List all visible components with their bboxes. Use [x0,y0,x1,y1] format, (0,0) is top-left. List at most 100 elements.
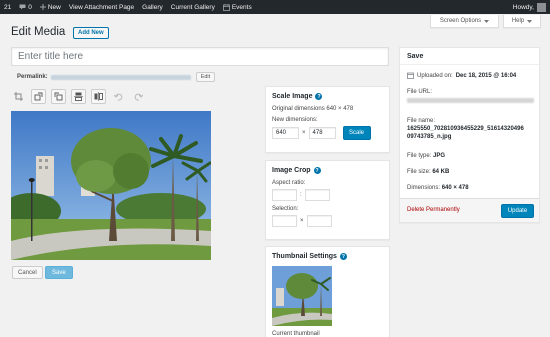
new-dimensions-label: New dimensions: [272,117,318,123]
selection-label: Selection: [272,206,299,212]
original-dimensions: Original dimensions 640 × 478 [272,106,354,112]
rotate-right-icon [54,92,63,101]
file-name-line-2: 09743785_n.jpg [407,134,451,140]
plus-icon [39,4,46,10]
events-label: Events [231,3,252,11]
site-number: 21 [4,3,12,11]
scale-heading-text: Scale Image [272,93,313,100]
file-name-value-2: 09743785_n.jpg [407,134,452,140]
avatar [537,2,546,12]
comments-link[interactable]: 0 [15,0,36,14]
image-toolbar [11,89,146,104]
file-name-label: File name: [407,118,436,124]
permalink-url[interactable] [50,74,191,80]
flip-vertical-icon [74,92,83,101]
rotate-left-button[interactable] [31,89,46,104]
file-size-value: 64 KB [432,169,450,175]
help-label: Help [511,18,525,24]
uploaded-value: Dec 18, 2015 @ 16:04 [455,72,517,79]
comment-icon [19,4,26,10]
thumbnail-heading: Thumbnail Settings ? [272,253,383,260]
delete-permanently-link[interactable]: Delete Permanently [407,207,460,213]
site-link[interactable]: 21 [0,0,15,14]
thumbnail-settings-panel: Thumbnail Settings ? Current thumbnail [265,246,390,337]
current-gallery-label: Current Gallery [170,3,215,11]
screen-options-tab[interactable]: Screen Options [430,15,499,28]
uploaded-label: Uploaded on: [417,72,453,79]
undo-button[interactable] [111,89,126,104]
dimensions-row: Dimensions: 640 × 478 [407,185,469,191]
aspect-ratio-width-input[interactable] [272,189,297,201]
redo-button[interactable] [131,89,146,104]
events-link[interactable]: Events [219,0,256,14]
caret-down-icon [484,19,490,23]
file-url-label: File URL: [407,89,433,95]
flip-horizontal-icon [94,92,103,101]
selection-width-input[interactable] [272,215,297,227]
crop-button[interactable] [11,89,26,104]
scale-button[interactable]: Scale [342,126,371,140]
file-name-value-1: 1625550_702810936455229_51614320496 [407,126,524,132]
save-box-footer: Delete Permanently Update [400,198,539,222]
title-input[interactable]: Enter title here [11,47,389,66]
file-name-line-1: 1625550_702810936455229_51614320496 [407,126,524,132]
image-preview[interactable] [11,111,211,260]
file-type-row: File type: JPG [407,153,445,159]
uploaded-row: Uploaded on: Dec 18, 2015 @ 16:04 [407,72,516,79]
current-gallery-link[interactable]: Current Gallery [167,0,219,14]
edit-permalink-button[interactable]: Edit [195,72,216,82]
scale-width-input[interactable]: 640 [272,127,299,139]
save-box: Save Uploaded on: Dec 18, 2015 @ 16:04 F… [399,47,540,223]
flip-vertical-button[interactable] [71,89,86,104]
permalink-label: Permalink: [17,74,48,80]
new-label: New [47,3,61,11]
colon-sign: : [300,192,302,198]
view-attachment-link[interactable]: View Attachment Page [65,0,138,14]
calendar-icon [222,3,230,11]
admin-bar: 21 0 New View Attachment Page Gallery Cu… [0,0,550,14]
help-tab[interactable]: Help [503,15,541,28]
rotate-left-icon [34,92,43,101]
help-icon[interactable]: ? [315,93,323,100]
save-button[interactable]: Save [45,266,73,279]
current-thumbnail-label: Current thumbnail [272,331,320,337]
account-menu[interactable]: Howdy, [509,0,550,14]
thumbnail-image [272,266,332,326]
permalink-row: Permalink: Edit [17,72,216,82]
file-size-row: File size: 64 KB [407,169,449,175]
file-type-label: File type: [407,153,432,159]
view-attachment-label: View Attachment Page [68,3,135,11]
aspect-ratio-label: Aspect ratio: [272,180,306,186]
scale-height-input[interactable]: 478 [308,127,336,139]
crop-icon [14,92,23,101]
help-icon[interactable]: ? [339,253,347,260]
aspect-ratio-height-input[interactable] [304,189,330,201]
dimensions-value: 640 × 478 [441,185,469,191]
help-icon[interactable]: ? [313,167,321,174]
gallery-label: Gallery [142,3,163,11]
page-title: Edit Media [11,26,66,38]
comments-count: 0 [28,3,32,11]
scale-image-panel: Scale Image ? Original dimensions 640 × … [265,86,390,153]
save-box-heading: Save [400,48,539,65]
file-url-field[interactable] [407,98,534,103]
image-crop-panel: Image Crop ? Aspect ratio: : Selection: … [265,160,390,240]
cancel-button[interactable]: Cancel [12,266,43,279]
times-sign: × [302,130,306,136]
redo-icon [134,93,143,101]
gallery-link[interactable]: Gallery [138,0,167,14]
selection-height-input[interactable] [306,215,332,227]
dimensions-label: Dimensions: [407,185,441,191]
thumbnail-heading-text: Thumbnail Settings [272,253,337,260]
new-content-menu[interactable]: New [36,0,65,14]
howdy-text: Howdy, [512,3,534,11]
file-type-value: JPG [433,153,446,159]
screen-options-label: Screen Options [439,18,482,24]
times-sign: × [300,218,304,224]
undo-icon [114,93,123,101]
flip-horizontal-button[interactable] [91,89,106,104]
update-button[interactable]: Update [501,204,534,218]
crop-heading: Image Crop ? [272,167,383,174]
rotate-right-button[interactable] [51,89,66,104]
add-new-button[interactable]: Add New [73,27,109,39]
